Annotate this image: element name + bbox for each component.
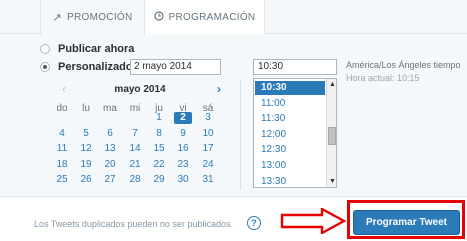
current-time: Hora actual: 10:15 <box>346 73 420 83</box>
calendar-weekday: lu <box>82 103 90 114</box>
divider <box>240 80 241 190</box>
calendar-day[interactable]: 1 <box>150 112 168 124</box>
scroll-up-icon[interactable]: ▲ <box>329 81 336 88</box>
clock-icon <box>153 10 164 24</box>
time-option[interactable]: 10:30 <box>255 81 325 95</box>
calendar-day[interactable]: 30 <box>174 174 192 186</box>
time-dropdown-list[interactable]: 10:30 11:00 11:30 12:00 12:30 13:00 13:30 ▲ ▼ <box>253 78 337 188</box>
calendar-day[interactable]: 14 <box>126 143 144 155</box>
timezone-name: América/Los Ángeles tiempo <box>346 60 461 70</box>
scroll-down-icon[interactable]: ▼ <box>329 178 336 185</box>
scrollbar-thumb[interactable] <box>328 127 336 145</box>
calendar-day[interactable]: 9 <box>174 128 192 140</box>
calendar-day[interactable]: 27 <box>101 174 119 186</box>
time-option[interactable]: 13:00 <box>255 159 325 173</box>
calendar-day[interactable]: 12 <box>77 143 95 155</box>
arrow-up-right-icon: ↗ <box>52 12 63 24</box>
calendar-day[interactable]: 28 <box>126 174 144 186</box>
calendar-day-selected[interactable]: 2 <box>174 112 192 124</box>
calendar-day[interactable]: 17 <box>199 143 217 155</box>
calendar-weekday: ma <box>103 103 117 114</box>
time-option[interactable]: 11:30 <box>255 112 325 126</box>
date-input[interactable]: 2 mayo 2014 <box>130 59 221 75</box>
tab-programacion-label: PROGRAMACIÓN <box>168 11 256 23</box>
calendar-weekday: mi <box>129 103 141 114</box>
schedule-tweet-button[interactable]: Programar Tweet <box>353 210 460 235</box>
divider <box>0 196 467 197</box>
time-option[interactable]: 12:00 <box>255 128 325 142</box>
calendar-day[interactable]: 23 <box>174 159 192 171</box>
custom-label: Personalizado <box>58 61 133 73</box>
calendar-day[interactable]: 31 <box>199 174 217 186</box>
time-option[interactable]: 12:30 <box>255 143 325 157</box>
calendar-day[interactable]: 18 <box>53 159 71 171</box>
calendar-day[interactable]: 5 <box>77 128 95 140</box>
calendar-day[interactable]: 3 <box>199 112 217 124</box>
chevron-right-icon[interactable]: › <box>217 82 221 96</box>
help-icon[interactable]: ? <box>247 216 261 230</box>
calendar-day[interactable]: 15 <box>150 143 168 155</box>
tab-programacion[interactable]: PROGRAMACIÓN <box>144 0 265 35</box>
calendar-day[interactable]: 29 <box>150 174 168 186</box>
calendar-day[interactable]: 22 <box>150 159 168 171</box>
calendar-day[interactable]: 11 <box>53 143 71 155</box>
time-option[interactable]: 11:00 <box>255 97 325 111</box>
calendar-day[interactable]: 19 <box>77 159 95 171</box>
tab-promocion-label: PROMOCIÓN <box>67 12 133 23</box>
calendar-day[interactable]: 25 <box>53 174 71 186</box>
timezone-info: América/Los Ángeles tiempo Hora actual: … <box>346 59 461 85</box>
chevron-left-icon[interactable]: ‹ <box>62 82 66 96</box>
calendar-day[interactable]: 8 <box>150 128 168 140</box>
calendar-day[interactable]: 10 <box>199 128 217 140</box>
calendar-day[interactable]: 21 <box>126 159 144 171</box>
calendar-day[interactable]: 6 <box>101 128 119 140</box>
tab-bar: ↗ PROMOCIÓN PROGRAMACIÓN <box>0 0 467 35</box>
calendar-weekday: do <box>56 103 68 114</box>
calendar-day[interactable]: 13 <box>101 143 119 155</box>
duplicate-tweets-note: Los Tweets duplicados pueden no ser publ… <box>34 219 233 229</box>
scheduler-panel: ↗ PROMOCIÓN PROGRAMACIÓN Publicar ahora … <box>0 0 467 196</box>
publish-now-label: Publicar ahora <box>58 43 135 55</box>
calendar-day[interactable]: 26 <box>77 174 95 186</box>
time-input[interactable]: 10:30 <box>253 59 337 75</box>
calendar-day[interactable]: 16 <box>174 143 192 155</box>
scrollbar[interactable]: ▲ ▼ <box>326 79 336 187</box>
publish-now-radio[interactable] <box>40 44 50 54</box>
calendar-day[interactable]: 20 <box>101 159 119 171</box>
time-option[interactable]: 13:30 <box>255 175 325 187</box>
tab-promocion[interactable]: ↗ PROMOCIÓN <box>40 0 145 35</box>
red-arrow-annotation <box>280 208 346 234</box>
calendar-month-title: mayo 2014 <box>114 84 166 95</box>
calendar-day[interactable]: 24 <box>199 159 217 171</box>
calendar-day[interactable]: 7 <box>126 128 144 140</box>
custom-radio[interactable] <box>40 62 50 72</box>
calendar-day[interactable]: 4 <box>53 128 71 140</box>
